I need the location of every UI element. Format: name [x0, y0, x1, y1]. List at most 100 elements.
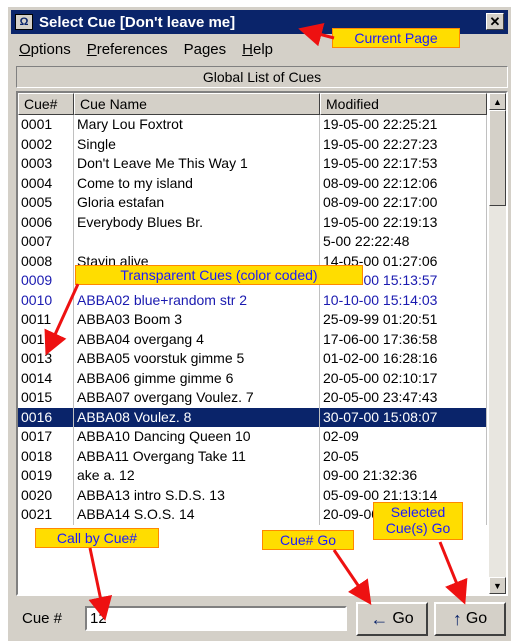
table-row[interactable]: 0012 ABBA04 overgang 4 17-06-00 17:36:58: [18, 329, 487, 349]
column-header-cue-name[interactable]: Cue Name: [74, 93, 320, 115]
menu-help[interactable]: Help: [234, 41, 281, 58]
cell-cue-name: ake a. 12: [74, 466, 320, 486]
cell-cue-name: Mary Lou Foxtrot: [74, 115, 320, 135]
callout-selected-go-line1: Selected: [390, 504, 446, 520]
cell-modified: 20-05-00 02:10:17: [320, 368, 487, 388]
scroll-up-icon: ▲: [493, 96, 502, 107]
cell-modified: 30-07-00 15:08:07: [320, 407, 487, 427]
cell-cue-number: 0013: [18, 349, 74, 369]
cell-cue-number: 0010: [18, 290, 74, 310]
cell-modified: 19-05-00 22:19:13: [320, 212, 487, 232]
menu-preferences-mnemonic: P: [86, 40, 97, 58]
cell-modified: 02-09: [320, 427, 487, 447]
cell-cue-number: 0020: [18, 485, 74, 505]
table-row[interactable]: 0006 Everybody Blues Br. 19-05-00 22:19:13: [18, 212, 487, 232]
callout-selected-go: Selected Cue(s) Go: [373, 502, 463, 540]
cell-cue-number: 0007: [18, 232, 74, 252]
cell-modified: 25-09-99 01:20:51: [320, 310, 487, 330]
table-row[interactable]: 0013 ABBA05 voorstuk gimme 5 01-02-00 16:2…: [18, 349, 487, 369]
arrow-left-icon: ←: [370, 608, 389, 629]
selected-go-label: Go: [465, 610, 488, 627]
menu-preferences-label: references: [96, 40, 168, 58]
cue-go-button[interactable]: ← Go: [356, 602, 428, 636]
table-row[interactable]: 0002 Single 19-05-00 22:27:23: [18, 134, 487, 154]
table-row[interactable]: 0016 ABBA08 Voulez. 8 30-07-00 15:08:07: [18, 407, 487, 427]
close-button[interactable]: ✕: [486, 13, 504, 30]
cell-cue-number: 0019: [18, 466, 74, 486]
menu-preferences[interactable]: Preferences: [79, 41, 176, 58]
cell-modified: 19-05-00 22:25:21: [320, 115, 487, 135]
cell-modified: 10-10-00 15:14:03: [320, 290, 487, 310]
table-row[interactable]: 0018 ABBA11 Overgang Take 11 20-05: [18, 446, 487, 466]
cell-modified: 5-00 22:22:48: [320, 232, 487, 252]
cell-cue-number: 0006: [18, 212, 74, 232]
table-row[interactable]: 0011 ABBA03 Boom 3 25-09-99 01:20:51: [18, 310, 487, 330]
cell-cue-name: Come to my island: [74, 173, 320, 193]
cell-cue-name: ABBA14 S.O.S. 14: [74, 505, 320, 525]
table-row[interactable]: 0004 Come to my island 08-09-00 22:12:06: [18, 173, 487, 193]
vertical-scrollbar[interactable]: ▲ ▼: [489, 93, 506, 594]
column-header-cue-number[interactable]: Cue#: [18, 93, 74, 115]
column-header-modified[interactable]: Modified: [320, 93, 487, 115]
table-row[interactable]: 0019 ake a. 12 09-00 21:32:36: [18, 466, 487, 486]
cell-cue-name: ABBA02 blue+random str 2: [74, 290, 320, 310]
cell-cue-name: [74, 232, 320, 252]
callout-selected-go-line2: Cue(s) Go: [385, 520, 451, 536]
cell-cue-number: 0018: [18, 446, 74, 466]
table-row[interactable]: 0003 Don't Leave Me This Way 1 19-05-00 22…: [18, 154, 487, 174]
scroll-thumb[interactable]: [489, 110, 506, 206]
cell-cue-number: 0003: [18, 154, 74, 174]
table-row[interactable]: 0010 ABBA02 blue+random str 2 10-10-00 15:…: [18, 290, 487, 310]
menu-pages-label: Pages: [183, 40, 227, 58]
cue-number-input[interactable]: [85, 606, 347, 631]
list-rows: 0001 Mary Lou Foxtrot 19-05-00 22:25:21 000…: [18, 115, 487, 525]
menu-pages[interactable]: Pages: [176, 41, 235, 58]
cell-cue-number: 0004: [18, 173, 74, 193]
cell-cue-number: 0008: [18, 251, 74, 271]
cell-cue-number: 0011: [18, 310, 74, 330]
scroll-down-icon: ▼: [493, 580, 502, 591]
cue-go-label: Go: [392, 610, 414, 627]
list-header: Cue# Cue Name Modified: [18, 93, 487, 115]
scroll-down-button[interactable]: ▼: [489, 577, 506, 594]
callout-cue-go: Cue# Go: [262, 530, 354, 550]
cell-cue-number: 0017: [18, 427, 74, 447]
selected-go-button[interactable]: ↑ Go: [434, 602, 506, 636]
window-title: Select Cue [Don't leave me]: [39, 13, 236, 31]
cell-cue-name: ABBA05 voorstuk gimme 5: [74, 349, 320, 369]
cell-cue-number: 0001: [18, 115, 74, 135]
cell-cue-number: 0002: [18, 134, 74, 154]
menu-options-label: ptions: [30, 40, 71, 58]
callout-current-page: Current Page: [332, 28, 460, 48]
table-row[interactable]: 0017 ABBA10 Dancing Queen 10 02-09: [18, 427, 487, 447]
callout-call-by-cue: Call by Cue#: [35, 528, 159, 548]
cell-cue-name: ABBA08 Voulez. 8: [74, 407, 320, 427]
table-row[interactable]: 0007 5-00 22:22:48: [18, 232, 487, 252]
cell-modified: 08-09-00 22:12:06: [320, 173, 487, 193]
cell-modified: 20-05: [320, 446, 487, 466]
menu-options-mnemonic: O: [19, 40, 31, 58]
list-title: Global List of Cues: [16, 66, 508, 88]
cell-cue-number: 0009: [18, 271, 74, 291]
arrow-up-icon: ↑: [452, 608, 462, 629]
cell-cue-name: Gloria estafan: [74, 193, 320, 213]
cell-cue-name: Don't Leave Me This Way 1: [74, 154, 320, 174]
cell-modified: 20-05-00 23:47:43: [320, 388, 487, 408]
cell-modified: 08-09-00 22:17:00: [320, 193, 487, 213]
cell-cue-number: 0021: [18, 505, 74, 525]
table-row[interactable]: 0001 Mary Lou Foxtrot 19-05-00 22:25:21: [18, 115, 487, 135]
scroll-up-button[interactable]: ▲: [489, 93, 506, 110]
cell-cue-name: ABBA03 Boom 3: [74, 310, 320, 330]
table-row[interactable]: 0005 Gloria estafan 08-09-00 22:17:00: [18, 193, 487, 213]
cell-cue-name: Everybody Blues Br.: [74, 212, 320, 232]
cell-cue-name: ABBA13 intro S.D.S. 13: [74, 485, 320, 505]
table-row[interactable]: 0014 ABBA06 gimme gimme 6 20-05-00 02:10:1…: [18, 368, 487, 388]
menu-help-mnemonic: H: [242, 40, 253, 58]
cell-modified: 01-02-00 16:28:16: [320, 349, 487, 369]
cell-cue-name: ABBA11 Overgang Take 11: [74, 446, 320, 466]
table-row[interactable]: 0015 ABBA07 overgang Voulez. 7 20-05-00 23…: [18, 388, 487, 408]
menu-options[interactable]: Options: [11, 41, 79, 58]
app-icon: Ω: [15, 14, 33, 30]
cell-modified: 17-06-00 17:36:58: [320, 329, 487, 349]
cell-modified: 19-05-00 22:17:53: [320, 154, 487, 174]
